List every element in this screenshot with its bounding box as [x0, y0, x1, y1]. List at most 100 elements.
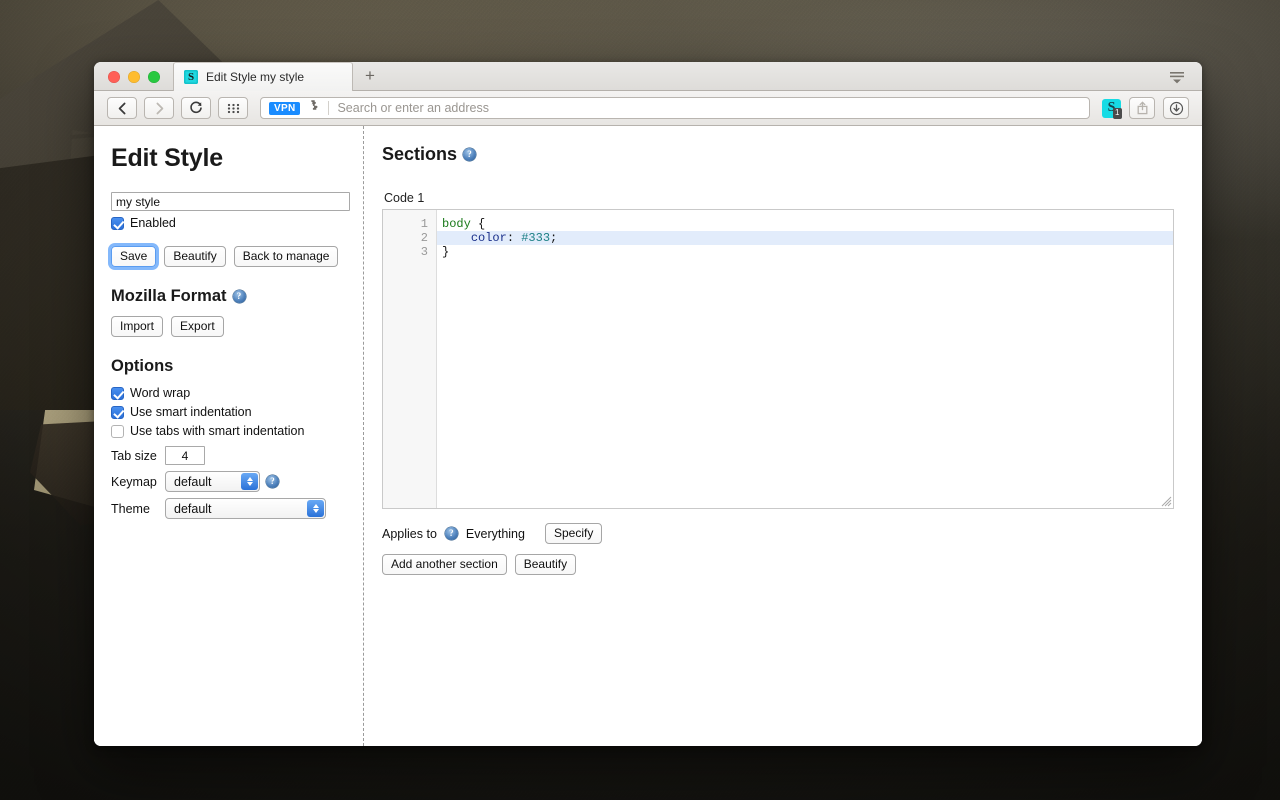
- reload-button[interactable]: [181, 97, 211, 119]
- line-number: 3: [383, 245, 436, 259]
- reload-icon: [189, 101, 203, 115]
- theme-row: Theme default: [111, 498, 341, 519]
- zoom-window-button[interactable]: [148, 71, 160, 83]
- window-traffic-lights: [94, 71, 160, 90]
- theme-select[interactable]: default: [165, 498, 326, 519]
- word-wrap-checkbox[interactable]: [111, 387, 124, 400]
- keymap-label: Keymap: [111, 475, 159, 489]
- close-window-button[interactable]: [108, 71, 120, 83]
- page-content: Edit Style Enabled Save Beautify Back to…: [94, 126, 1202, 746]
- mozilla-format-buttons: Import Export: [111, 316, 341, 337]
- toolbar-right-icons: S 1: [1102, 97, 1189, 119]
- show-all-tabs-icon[interactable]: [1168, 70, 1186, 84]
- browser-tab[interactable]: S Edit Style my style: [173, 62, 353, 91]
- tabs-with-smart-indentation-checkbox[interactable]: [111, 425, 124, 438]
- tab-title: Edit Style my style: [206, 70, 304, 84]
- save-button[interactable]: Save: [111, 246, 156, 267]
- code-indent: [442, 231, 471, 245]
- new-tab-button[interactable]: +: [353, 62, 387, 90]
- code-line: }: [437, 245, 1173, 259]
- share-button[interactable]: [1129, 97, 1155, 119]
- beautify-button[interactable]: Beautify: [164, 246, 225, 267]
- css-value-token: #333: [521, 231, 550, 245]
- css-code-editor[interactable]: 1 2 3 body { color: #333; }: [382, 209, 1174, 509]
- code-line-active: color: #333;: [437, 231, 1173, 245]
- help-icon[interactable]: ?: [233, 290, 246, 303]
- export-button[interactable]: Export: [171, 316, 224, 337]
- css-punct-token: }: [442, 245, 449, 259]
- css-selector-token: body: [442, 217, 471, 231]
- specify-button[interactable]: Specify: [545, 523, 602, 544]
- tab-bar-right: [1168, 70, 1202, 90]
- style-action-buttons: Save Beautify Back to manage: [111, 246, 341, 267]
- chevron-updown-icon: [307, 500, 324, 517]
- enabled-label: Enabled: [130, 216, 176, 230]
- css-punct-token: {: [471, 217, 485, 231]
- smart-indentation-row[interactable]: Use smart indentation: [111, 405, 341, 419]
- help-icon[interactable]: ?: [463, 148, 476, 161]
- stylish-extension-button[interactable]: S 1: [1102, 99, 1121, 118]
- add-another-section-button[interactable]: Add another section: [382, 554, 507, 575]
- editor-code-area[interactable]: body { color: #333; }: [437, 210, 1173, 508]
- address-input[interactable]: Search or enter an address: [337, 101, 488, 115]
- section-action-buttons: Add another section Beautify: [382, 554, 1174, 575]
- css-property-token: color: [471, 231, 507, 245]
- applies-to-label: Applies to: [382, 527, 437, 541]
- forward-button[interactable]: [144, 97, 174, 119]
- editor-line-number-gutter: 1 2 3: [383, 210, 437, 508]
- edit-style-sidebar: Edit Style Enabled Save Beautify Back to…: [94, 126, 364, 746]
- applies-to-row: Applies to ? Everything Specify: [382, 523, 1174, 544]
- line-number: 1: [383, 217, 436, 231]
- theme-value: default: [174, 502, 212, 516]
- tab-size-label: Tab size: [111, 449, 159, 463]
- smart-indentation-checkbox[interactable]: [111, 406, 124, 419]
- sections-heading: Sections ?: [382, 144, 1174, 165]
- help-icon[interactable]: ?: [445, 527, 458, 540]
- keymap-row: Keymap default ?: [111, 471, 341, 492]
- import-button[interactable]: Import: [111, 316, 163, 337]
- downloads-icon: [1169, 101, 1184, 116]
- vpn-badge[interactable]: VPN: [269, 102, 300, 115]
- help-icon[interactable]: ?: [266, 475, 279, 488]
- back-to-manage-button[interactable]: Back to manage: [234, 246, 339, 267]
- options-heading: Options: [111, 357, 341, 376]
- enabled-checkbox-row[interactable]: Enabled: [111, 216, 341, 230]
- beautify-section-button[interactable]: Beautify: [515, 554, 576, 575]
- editor-resize-handle[interactable]: [1160, 495, 1172, 507]
- browser-toolbar: VPN Search or enter an address S 1: [94, 91, 1202, 126]
- browser-window: S Edit Style my style +: [94, 62, 1202, 746]
- css-colon-token: :: [507, 231, 521, 245]
- sections-main: Sections ? Code 1 1 2 3 body { color: #3…: [364, 126, 1202, 746]
- theme-label: Theme: [111, 502, 159, 516]
- style-name-input[interactable]: [111, 192, 350, 211]
- line-number: 2: [383, 231, 436, 245]
- puzzle-piece-icon[interactable]: [306, 99, 320, 117]
- tabs-with-smart-indentation-label: Use tabs with smart indentation: [130, 424, 304, 438]
- code-line: body {: [437, 217, 1173, 231]
- minimize-window-button[interactable]: [128, 71, 140, 83]
- code-label-text: Code: [384, 191, 414, 205]
- applies-to-value: Everything: [466, 527, 525, 541]
- address-bar[interactable]: VPN Search or enter an address: [260, 97, 1090, 119]
- tabs-with-smart-indentation-row[interactable]: Use tabs with smart indentation: [111, 424, 341, 438]
- forward-chevron-icon: [154, 102, 165, 115]
- code-label: Code 1: [384, 191, 1174, 205]
- mozilla-format-heading-text: Mozilla Format: [111, 287, 227, 306]
- back-chevron-icon: [117, 102, 128, 115]
- keymap-select[interactable]: default: [165, 471, 260, 492]
- smart-indentation-label: Use smart indentation: [130, 405, 252, 419]
- downloads-button[interactable]: [1163, 97, 1189, 119]
- enabled-checkbox[interactable]: [111, 217, 124, 230]
- word-wrap-label: Word wrap: [130, 386, 190, 400]
- share-icon: [1136, 101, 1149, 115]
- tab-bar: S Edit Style my style +: [94, 62, 1202, 91]
- address-bar-separator: [328, 101, 329, 115]
- tab-size-input[interactable]: [165, 446, 205, 465]
- word-wrap-row[interactable]: Word wrap: [111, 386, 341, 400]
- keymap-value: default: [174, 475, 212, 489]
- options-heading-text: Options: [111, 357, 173, 376]
- back-button[interactable]: [107, 97, 137, 119]
- page-title: Edit Style: [111, 144, 341, 173]
- mozilla-format-heading: Mozilla Format ?: [111, 287, 341, 306]
- apps-grid-button[interactable]: [218, 97, 248, 119]
